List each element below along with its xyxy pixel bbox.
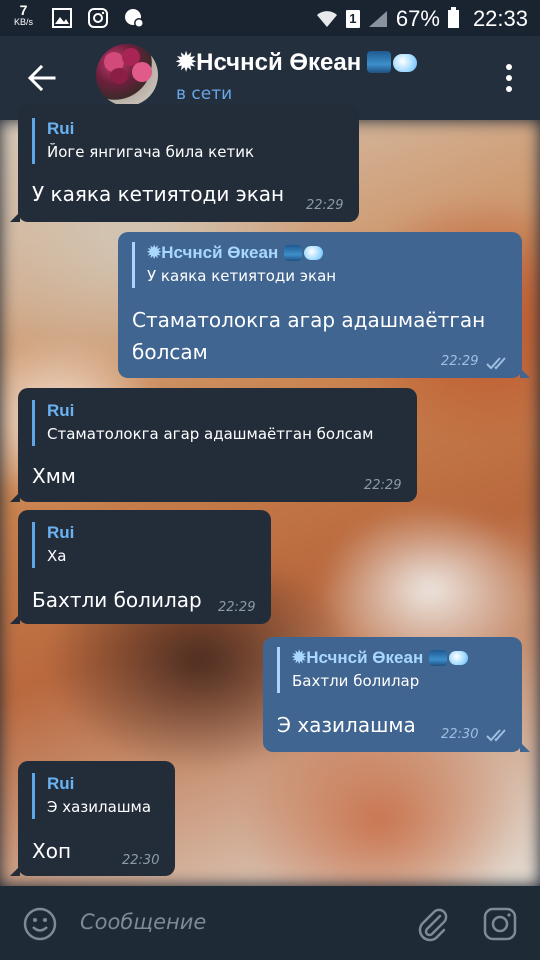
sim-icon: 1 <box>345 10 360 28</box>
reply-text: У каяка кетиятоди экан <box>147 267 337 285</box>
ocean-emoji-icon <box>367 51 392 73</box>
ocean-emoji-icon <box>429 650 448 666</box>
message-bubble-incoming[interactable]: Rui Стаматолокга агар адашмаётган болсам… <box>10 388 417 502</box>
message-time: 22:29 <box>441 354 479 369</box>
message-text: Э хазилашма <box>277 713 416 737</box>
reply-preview[interactable]: Rui Йоге янгигача била кетик <box>32 118 254 164</box>
reply-text: Бахтли болилар <box>292 672 420 690</box>
gallery-icon <box>52 8 72 28</box>
chat-notification-icon <box>125 9 144 28</box>
emoji-icon[interactable] <box>22 906 58 942</box>
bubble-emoji-icon <box>393 54 418 72</box>
reply-author: Rui <box>47 523 75 542</box>
message-text: Стаматолокга агар адашмаётган болсам <box>132 304 485 368</box>
reply-author: Rui <box>47 401 75 420</box>
chat-title-text: ✹Нсчнсй Өкеан <box>176 49 362 76</box>
more-menu-icon[interactable] <box>506 64 514 94</box>
reply-text: Э хазилашма <box>47 798 152 816</box>
message-text-line: болсам <box>132 340 208 364</box>
reply-preview[interactable]: Rui Ха <box>32 522 74 568</box>
message-bubble-incoming[interactable]: Rui Э хазилашма Хоп 22:30 <box>10 761 175 876</box>
reply-text: Йоге янгигача била кетик <box>47 143 255 161</box>
reply-author: ✹Нсчнсй Өкеан <box>147 242 336 264</box>
double-check-icon <box>486 729 506 742</box>
reply-text: Стаматолокга агар адашмаётган болсам <box>47 425 374 443</box>
message-text: Бахтли болилар <box>32 588 202 612</box>
message-input[interactable]: Сообщение <box>80 910 206 934</box>
reply-author: Rui <box>47 774 75 793</box>
instagram-icon <box>88 8 108 28</box>
message-bubble-incoming[interactable]: Rui Ха Бахтли болилар 22:29 <box>10 510 271 624</box>
message-time: 22:29 <box>364 478 402 493</box>
message-input-bar: Сообщение <box>0 886 540 960</box>
message-bubble-incoming[interactable]: Rui Йоге янгигача била кетик У каяка кет… <box>10 104 359 222</box>
bubble-emoji-icon <box>449 651 469 665</box>
reply-author: Rui <box>47 119 75 138</box>
reply-author-text: ✹Нсчнсй Өкеан <box>147 243 279 262</box>
chat-title[interactable]: ✹Нсчнсй Өкеан <box>176 48 418 77</box>
chat-avatar[interactable] <box>96 44 158 106</box>
battery-icon <box>447 7 459 28</box>
double-check-icon <box>486 357 506 370</box>
back-arrow-icon[interactable] <box>24 60 60 96</box>
attach-icon[interactable] <box>414 906 450 942</box>
network-speed: 7 KB/s <box>14 3 34 28</box>
camera-icon[interactable] <box>482 906 518 942</box>
reply-text: Ха <box>47 547 67 565</box>
signal-icon <box>368 11 387 27</box>
network-speed-unit: KB/s <box>14 17 34 27</box>
message-time: 22:29 <box>218 600 256 615</box>
clock: 22:33 <box>472 6 528 31</box>
message-time: 22:30 <box>122 853 160 868</box>
reply-preview[interactable]: ✹Нсчнсй Өкеан У каяка кетиятоди экан <box>132 242 336 288</box>
reply-preview[interactable]: Rui Э хазилашма <box>32 773 151 819</box>
status-right: 1 67% 22:33 <box>316 6 528 32</box>
battery-percent: 67% <box>395 6 440 31</box>
ocean-emoji-icon <box>284 245 303 261</box>
message-bubble-outgoing[interactable]: ✹Нсчнсй Өкеан У каяка кетиятоди экан Ста… <box>118 232 530 378</box>
message-time: 22:29 <box>306 198 344 213</box>
reply-preview[interactable]: ✹Нсчнсй Өкеан Бахтли болилар <box>277 647 469 693</box>
reply-author: ✹Нсчнсй Өкеан <box>292 647 469 669</box>
wifi-icon <box>316 11 337 27</box>
message-text: Хоп <box>32 839 72 863</box>
bubble-emoji-icon <box>304 246 324 260</box>
reply-author-text: ✹Нсчнсй Өкеан <box>292 648 424 667</box>
message-bubble-outgoing[interactable]: ✹Нсчнсй Өкеан Бахтли болилар Э хазилашма… <box>263 637 530 752</box>
message-text: Хмм <box>32 464 76 488</box>
online-status: в сети <box>176 84 233 104</box>
reply-preview[interactable]: Rui Стаматолокга агар адашмаётган болсам <box>32 400 373 446</box>
message-text-line: Стаматолокга агар адашмаётган <box>132 308 486 332</box>
message-time: 22:30 <box>441 727 479 742</box>
message-text: У каяка кетиятоди экан <box>32 182 285 206</box>
status-bar: 7 KB/s 1 67% 22:33 <box>0 0 540 36</box>
